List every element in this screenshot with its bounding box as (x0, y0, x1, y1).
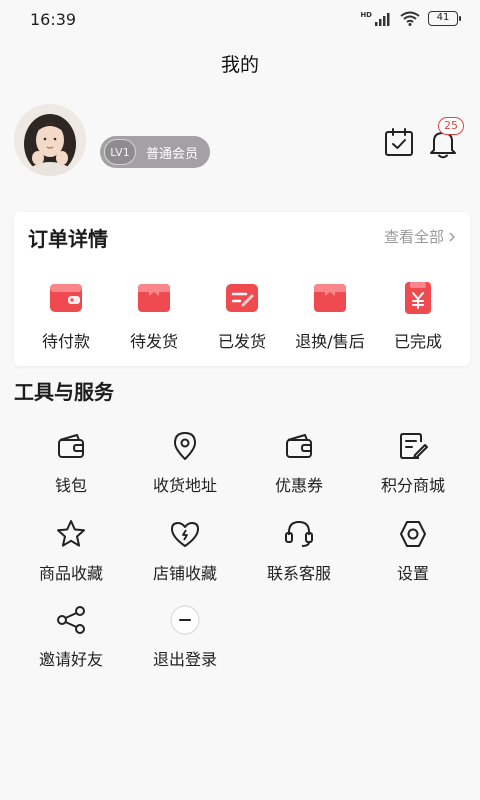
tool-label: 店铺收藏 (152, 564, 217, 583)
status-icons: HD 41 (360, 10, 461, 26)
tool-label: 商品收藏 (38, 564, 103, 583)
notification-badge: 25 (438, 117, 464, 135)
tool-settings[interactable]: 设置 (356, 518, 470, 584)
view-all-label: 查看全部 (383, 228, 444, 246)
tool-label: 积分商城 (380, 476, 445, 495)
tool-label: 邀请好友 (38, 650, 103, 669)
wallet-icon (58, 434, 84, 458)
order-section-title: 订单详情 (28, 227, 108, 251)
shipped-icon (226, 284, 258, 312)
order-item-unpaid[interactable]: 待付款 (24, 278, 108, 352)
order-item-completed[interactable]: 已完成 (376, 278, 460, 352)
tool-favorite-shops[interactable]: 店铺收藏 (128, 518, 242, 584)
tool-invite-friends[interactable]: 邀请好友 (14, 604, 128, 670)
order-item-label: 退换/售后 (295, 332, 365, 351)
status-time: 16:39 (30, 10, 77, 29)
battery-icon: 41 (428, 11, 461, 26)
avatar-portrait-icon (14, 104, 86, 176)
tool-logout[interactable]: 退出登录 (128, 604, 242, 670)
order-item-label: 已发货 (217, 332, 266, 351)
chevron-right-icon (449, 232, 455, 241)
tool-points-mall[interactable]: 积分商城 (356, 430, 470, 496)
order-item-pending-shipment[interactable]: 待发货 (112, 278, 196, 352)
points-icon (400, 433, 428, 459)
coupon-icon (286, 434, 312, 458)
calendar-checkin-icon[interactable] (383, 126, 415, 158)
avatar[interactable] (14, 104, 86, 176)
tool-shipping-address[interactable]: 收货地址 (128, 430, 242, 496)
share-icon (57, 606, 85, 634)
tool-customer-service[interactable]: 联系客服 (242, 518, 356, 584)
tool-favorite-products[interactable]: 商品收藏 (14, 518, 128, 584)
tools-section-title: 工具与服务 (14, 380, 114, 404)
member-type: 普通会员 (146, 146, 199, 162)
wifi-icon (400, 11, 420, 26)
status-bar: 16:39 HD 41 (0, 0, 480, 40)
order-item-label: 已完成 (393, 332, 442, 351)
box-icon (138, 284, 170, 312)
logout-icon (170, 605, 200, 635)
completed-icon (405, 282, 431, 314)
headset-icon (285, 520, 313, 547)
return-icon (314, 284, 346, 312)
order-item-shipped[interactable]: 已发货 (200, 278, 284, 352)
page-title: 我的 (220, 54, 259, 76)
star-icon (57, 520, 85, 547)
heart-icon (171, 522, 199, 547)
order-item-label: 待发货 (129, 332, 178, 351)
tool-label: 优惠券 (274, 476, 323, 495)
member-level-pill[interactable]: LV1 普通会员 (100, 136, 210, 168)
tool-label: 退出登录 (152, 650, 217, 669)
tool-label: 设置 (396, 564, 429, 583)
tool-label: 钱包 (54, 476, 87, 495)
order-status-list: 待付款 待发货 已发货 退换/售后 已完成 (14, 278, 470, 352)
tool-label: 收货地址 (152, 476, 217, 495)
order-item-label: 待付款 (41, 332, 90, 351)
level-badge: LV1 (104, 139, 136, 165)
view-all-link[interactable]: 查看全部 (384, 226, 456, 247)
tool-coupons[interactable]: 优惠券 (242, 430, 356, 496)
tool-wallet[interactable]: 钱包 (14, 430, 128, 496)
order-card: 订单详情 查看全部 待付款 待发货 已发货 退换/售后 已完成 (14, 212, 470, 366)
location-icon (174, 432, 196, 460)
network-label: HD (360, 10, 372, 19)
order-item-return[interactable]: 退换/售后 (288, 278, 372, 352)
signal-icon (375, 12, 390, 26)
tool-label: 联系客服 (266, 564, 331, 583)
wallet-icon (50, 284, 82, 312)
settings-icon (400, 521, 426, 547)
